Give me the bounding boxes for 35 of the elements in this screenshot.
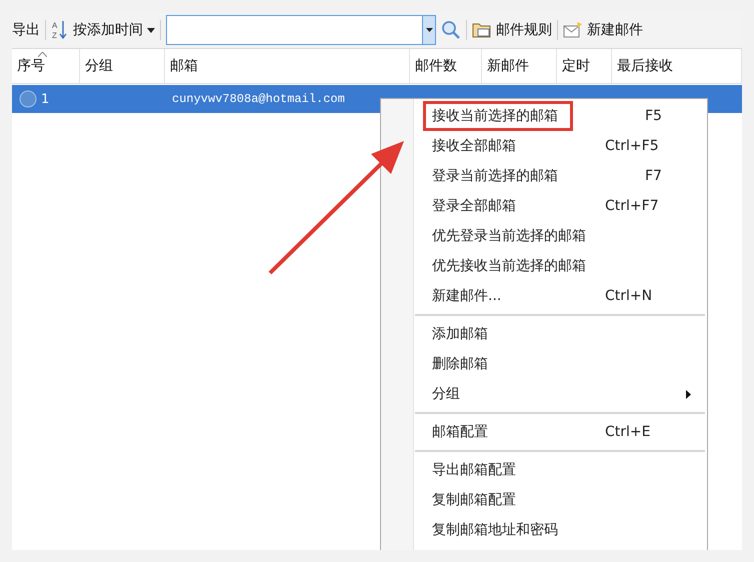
caret-icon [426, 28, 432, 32]
column-header[interactable]: 邮件数 [415, 57, 457, 75]
column-header[interactable]: 邮箱 [170, 57, 198, 75]
menu-item[interactable]: 分组 [381, 379, 707, 409]
menu-item[interactable]: 删除邮箱 [381, 349, 707, 379]
envelope-icon [563, 21, 583, 39]
search-field[interactable] [166, 15, 436, 45]
column-header[interactable]: 最后接收 [617, 57, 673, 75]
table-cell: cunyvwv7808a@hotmail.com [172, 92, 345, 106]
folder-icon [472, 21, 492, 39]
table-cell: 1 [41, 92, 50, 106]
dropdown-button[interactable] [422, 16, 435, 44]
menu-item[interactable]: 复制邮箱地址和密码 [381, 515, 707, 545]
column-header[interactable]: 分组 [85, 57, 113, 75]
menu-item[interactable]: 登录当前选择的邮箱 F7 [381, 161, 707, 191]
search-icon[interactable] [441, 20, 461, 40]
menu-item[interactable]: 导出邮箱配置 [381, 455, 707, 485]
menu-item[interactable]: 邮箱配置 Ctrl+E [381, 417, 707, 447]
globe-icon [19, 90, 37, 108]
caret-icon [147, 28, 155, 32]
menu-item[interactable]: 优先登录当前选择的邮箱 [381, 221, 707, 251]
menu-item[interactable]: 添加邮箱 [381, 319, 707, 349]
export-button[interactable]: 导出 [12, 21, 40, 39]
menu-item[interactable]: 接收全部邮箱 Ctrl+F5 [381, 131, 707, 161]
column-header[interactable]: 序号 [17, 57, 45, 75]
submenu-arrow-icon [686, 390, 691, 398]
new-mail-button[interactable]: 新建邮件 [563, 21, 643, 39]
rules-button[interactable]: 邮件规则 [472, 21, 552, 39]
menu-item[interactable]: 新建邮件... Ctrl+N [381, 281, 707, 311]
menu-item[interactable]: 复制邮箱配置 [381, 485, 707, 515]
menu-item[interactable]: 优先接收当前选择的邮箱 [381, 251, 707, 281]
column-header[interactable]: 定时 [562, 57, 590, 75]
column-header[interactable]: 新邮件 [487, 57, 529, 75]
sort-dropdown[interactable]: A Z 按添加时间 [51, 19, 155, 41]
menu-item[interactable]: 登录全部邮箱 Ctrl+F7 [381, 191, 707, 221]
